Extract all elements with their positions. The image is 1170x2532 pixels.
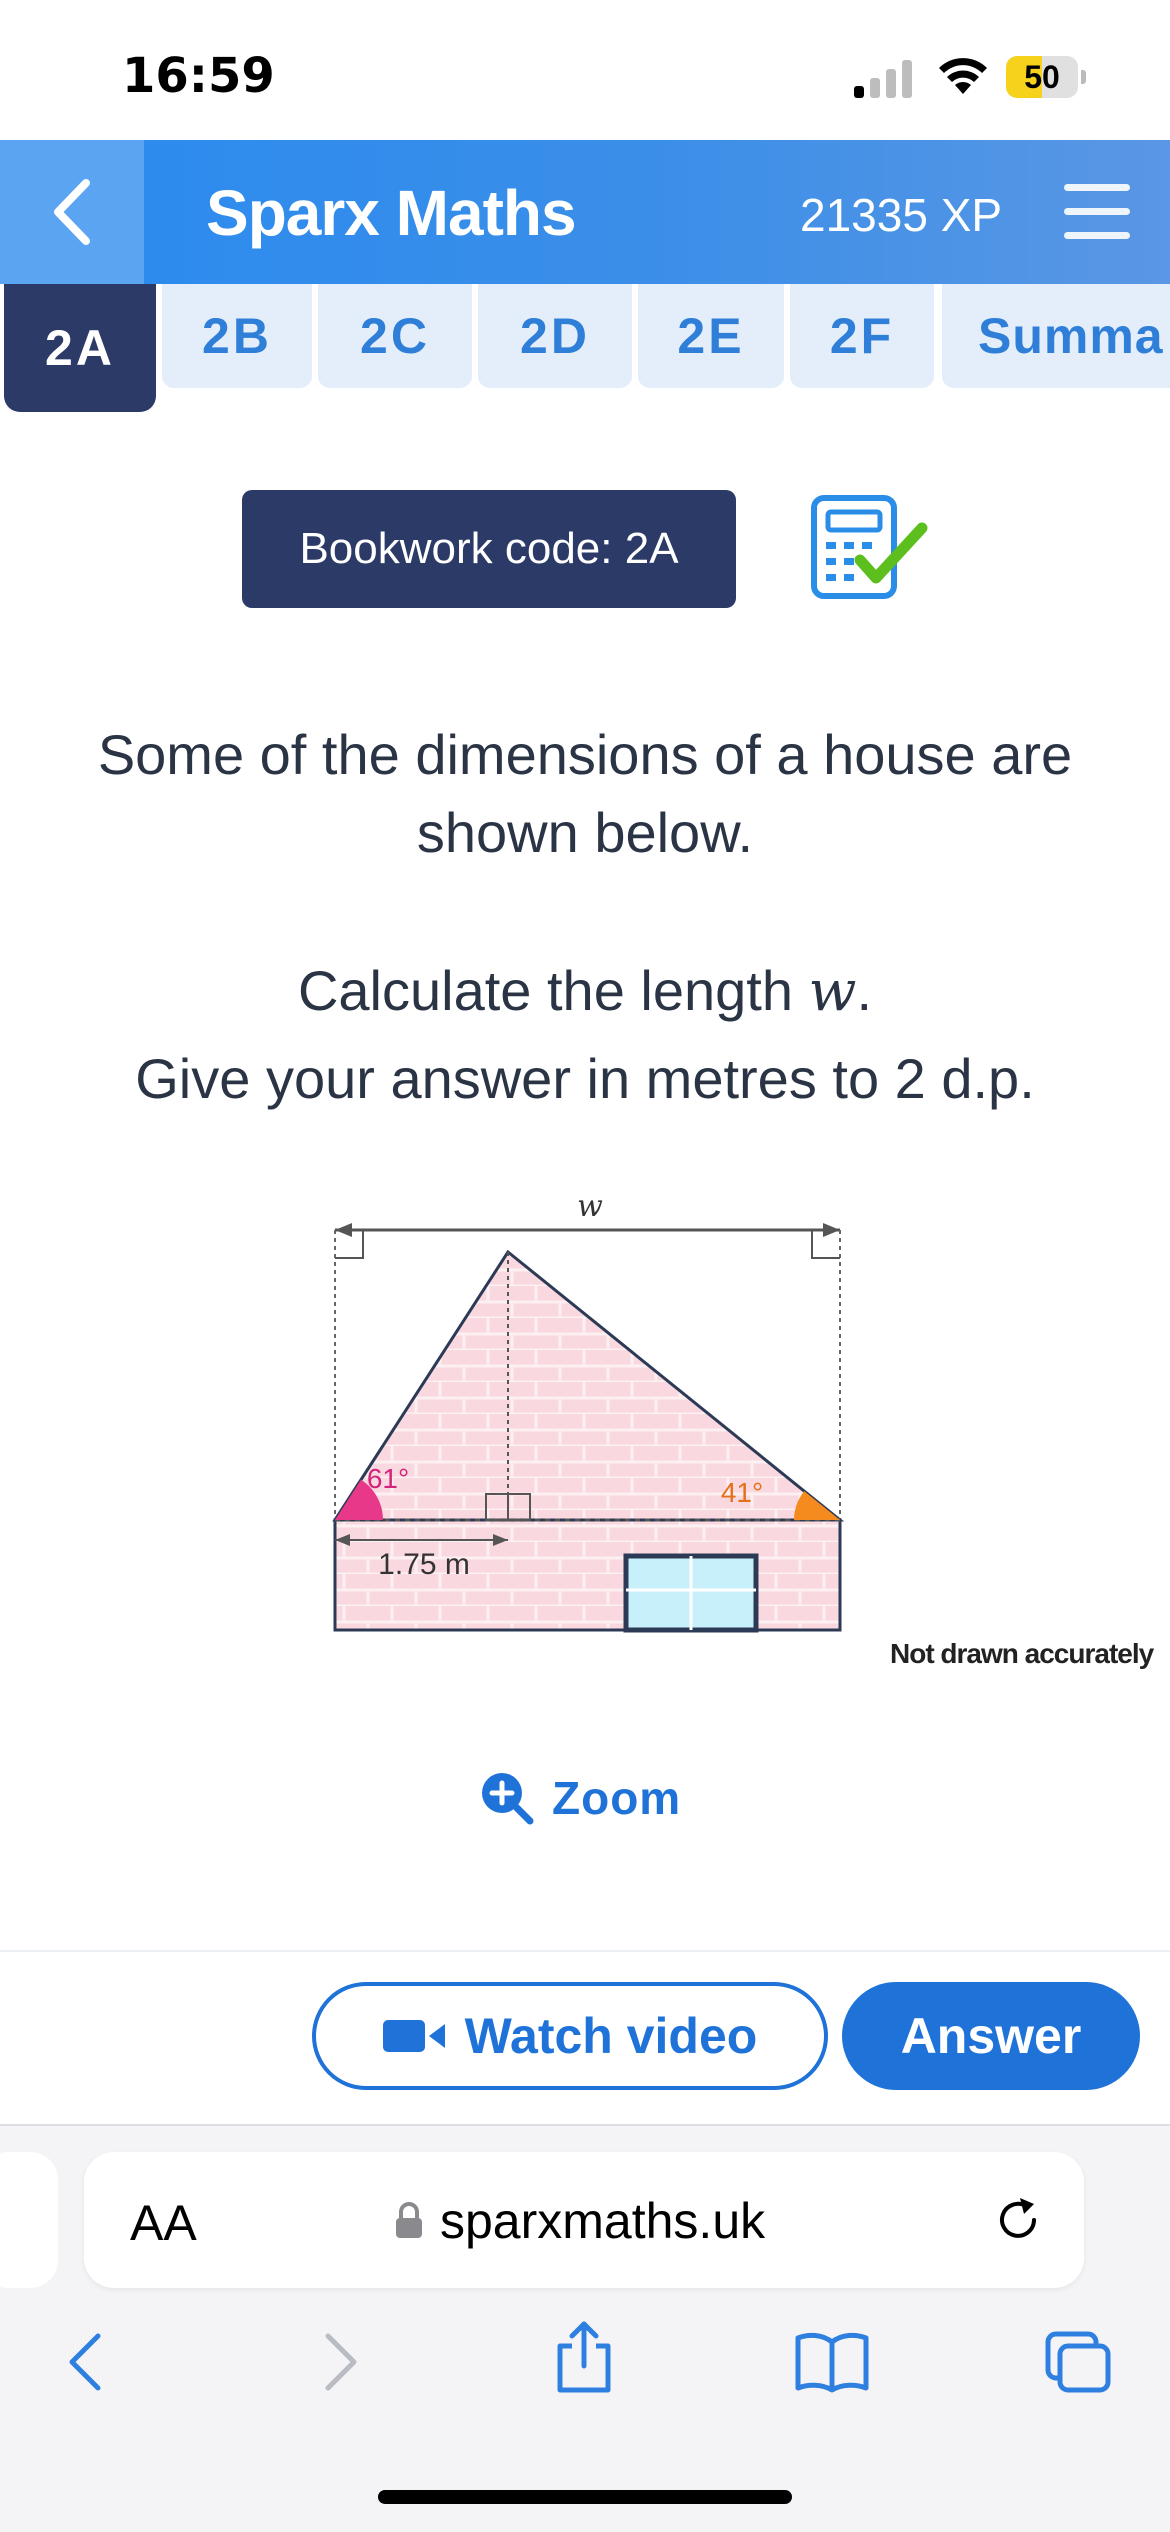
tab-2e[interactable]: 2E bbox=[638, 284, 784, 388]
tab-2a[interactable]: 2A bbox=[4, 284, 156, 412]
task-tabs: 2A 2B 2C 2D 2E 2F Summa bbox=[0, 284, 1170, 414]
back-button[interactable] bbox=[0, 140, 144, 284]
wifi-icon bbox=[939, 58, 987, 94]
status-bar: 16:59 50 bbox=[0, 0, 1170, 140]
hamburger-menu-icon[interactable] bbox=[1064, 180, 1130, 244]
url-display[interactable]: sparxmaths.uk bbox=[394, 2192, 765, 2250]
tab-summary[interactable]: Summa bbox=[942, 284, 1170, 388]
left-angle-label: 61° bbox=[367, 1463, 409, 1494]
tab-2c[interactable]: 2C bbox=[318, 284, 472, 388]
tab-2d[interactable]: 2D bbox=[478, 284, 632, 388]
home-indicator bbox=[378, 2490, 792, 2504]
zoom-in-icon bbox=[482, 1773, 534, 1825]
watch-video-button[interactable]: Watch video bbox=[312, 1982, 828, 2090]
text-size-button[interactable]: AA bbox=[130, 2194, 197, 2252]
tab-2b[interactable]: 2B bbox=[162, 284, 312, 388]
battery-level: 50 bbox=[1024, 59, 1060, 95]
not-drawn-accurately-note: Not drawn accurately bbox=[890, 1638, 1154, 1669]
text-size-label: AA bbox=[130, 2195, 197, 2251]
status-time: 16:59 bbox=[122, 48, 275, 104]
address-bar[interactable]: AA sparxmaths.uk bbox=[84, 2152, 1084, 2288]
share-icon[interactable] bbox=[552, 2320, 616, 2394]
zoom-label: Zoom bbox=[552, 1772, 682, 1824]
xp-counter: 21335 XP bbox=[800, 189, 1003, 241]
tabs-icon[interactable] bbox=[1044, 2330, 1114, 2394]
zoom-button[interactable]: Zoom bbox=[480, 1766, 700, 1830]
tab-2f[interactable]: 2F bbox=[790, 284, 934, 388]
divider bbox=[0, 1950, 1170, 1952]
house-diagram: w 61° 41° 1.75 m bbox=[332, 1190, 845, 1633]
browser-forward-icon[interactable] bbox=[306, 2330, 370, 2394]
reload-icon[interactable] bbox=[990, 2192, 1046, 2248]
app-header: Sparx Maths 21335 XP bbox=[0, 140, 1170, 284]
url-text: sparxmaths.uk bbox=[440, 2193, 766, 2249]
battery-icon: 50 bbox=[1006, 56, 1086, 98]
answer-button[interactable]: Answer bbox=[842, 1982, 1140, 2090]
chevron-left-icon bbox=[54, 179, 90, 245]
lock-icon bbox=[396, 2202, 422, 2238]
question-prompt: Calculate the length w. bbox=[40, 952, 1130, 1031]
base-length-label: 1.75 m bbox=[378, 1548, 470, 1581]
browser-back-icon[interactable] bbox=[56, 2330, 120, 2394]
question-prompt-text: Calculate the length w. bbox=[297, 959, 873, 1024]
calculator-check-icon[interactable] bbox=[810, 494, 930, 604]
previous-tab-preview[interactable] bbox=[0, 2152, 58, 2288]
right-angle-label: 41° bbox=[721, 1477, 763, 1508]
bookwork-code: Bookwork code: 2A bbox=[242, 490, 736, 608]
question-intro: Some of the dimensions of a house are sh… bbox=[97, 723, 1073, 864]
watch-video-label: Watch video bbox=[464, 2008, 758, 2064]
question-instruction: Give your answer in metres to 2 d.p. bbox=[135, 1047, 1035, 1110]
cellular-signal-icon bbox=[854, 60, 912, 98]
width-label-w: w bbox=[577, 1190, 603, 1224]
bookmarks-icon[interactable] bbox=[794, 2330, 870, 2394]
video-camera-icon bbox=[382, 2020, 445, 2052]
app-title: Sparx Maths bbox=[206, 177, 577, 249]
